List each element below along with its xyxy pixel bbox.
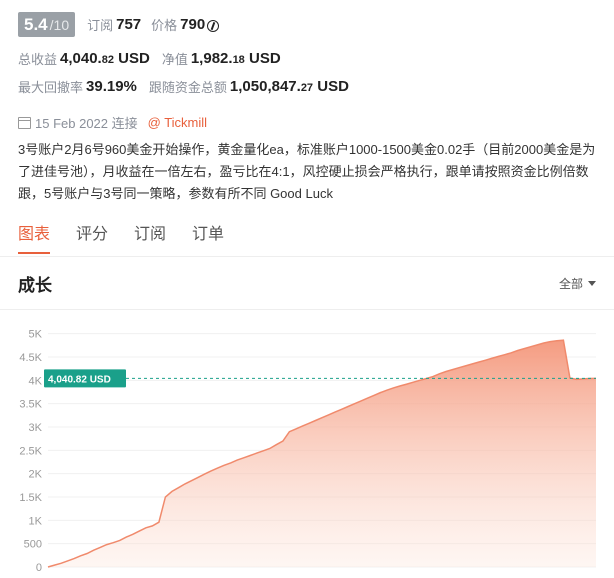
chevron-down-icon bbox=[588, 281, 596, 286]
y-tick-label: 0 bbox=[36, 562, 42, 574]
follow-value: 1,050,847.27 USD bbox=[230, 78, 349, 95]
y-tick-label: 3K bbox=[29, 422, 43, 434]
y-tick-label: 4K bbox=[29, 375, 43, 387]
growth-area bbox=[48, 340, 596, 567]
stats-row-2: 最大回撤率 39.19% 跟随资金总额 1,050,847.27 USD bbox=[18, 77, 349, 96]
total-profit-unit: USD bbox=[113, 50, 150, 67]
rating-value: 5.4 bbox=[24, 15, 48, 34]
follow-dec: 27 bbox=[300, 82, 314, 94]
y-tick-label: 1K bbox=[29, 515, 43, 527]
header-row: 5.4 /10 订阅 757 价格 790 bbox=[18, 12, 220, 37]
tab-divider bbox=[0, 256, 614, 257]
coin-icon bbox=[207, 19, 220, 32]
tab-bar: 图表 评分 订阅 订单 bbox=[18, 220, 224, 254]
section-divider bbox=[0, 309, 614, 310]
y-tick-label: 2.5K bbox=[19, 445, 42, 457]
net-label: 净值 bbox=[161, 52, 188, 67]
follow-label: 跟随资金总额 bbox=[148, 80, 227, 95]
calendar-icon bbox=[18, 116, 31, 129]
connect-date: 15 Feb 2022 连接 bbox=[35, 116, 138, 131]
tab-subscribe[interactable]: 订阅 bbox=[134, 220, 166, 254]
y-tick-label: 3.5K bbox=[19, 399, 42, 411]
total-profit-label: 总收益 bbox=[18, 52, 58, 67]
range-label: 全部 bbox=[558, 277, 583, 291]
rating-badge: 5.4 /10 bbox=[18, 12, 76, 37]
y-tick-label: 500 bbox=[24, 539, 42, 551]
tab-orders[interactable]: 订单 bbox=[192, 220, 224, 254]
y-tick-label: 2K bbox=[29, 469, 43, 481]
price-value: 790 bbox=[180, 16, 206, 33]
drawdown-label: 最大回撤率 bbox=[18, 80, 84, 95]
net-unit: USD bbox=[244, 50, 281, 67]
growth-chart: 0 500 1K 1.5K 2K 2.5K 3K 3.5K 4K 4.5K 5K 4,040.82 … bbox=[19, 329, 597, 574]
total-profit-int: 4,040. bbox=[60, 50, 102, 67]
subscribe-count: 757 bbox=[116, 16, 142, 33]
broker-link[interactable]: @ Tickmill bbox=[148, 115, 207, 130]
net-int: 1,982. bbox=[190, 50, 233, 67]
tab-rating[interactable]: 评分 bbox=[76, 220, 108, 254]
total-profit-value: 4,040.82 USD bbox=[60, 50, 150, 67]
rating-max: /10 bbox=[49, 17, 70, 33]
net-value: 1,982.18 USD bbox=[191, 50, 281, 67]
range-dropdown[interactable]: 全部 bbox=[559, 275, 596, 292]
price-label: 价格 bbox=[151, 18, 178, 33]
strategy-description: 3号账户2月6号960美金开始操作，黄金量化ea，标准账户1000-1500美金… bbox=[18, 142, 596, 201]
follow-unit: USD bbox=[313, 78, 349, 95]
y-tick-label: 5K bbox=[29, 329, 43, 341]
total-profit-dec: 82 bbox=[101, 54, 114, 66]
y-tick-label: 1.5K bbox=[19, 492, 42, 504]
net-dec: 18 bbox=[232, 54, 245, 66]
drawdown-value: 39.19% bbox=[86, 78, 137, 95]
growth-title: 成长 bbox=[18, 276, 52, 295]
subscribe-label: 订阅 bbox=[87, 18, 114, 33]
stats-row-1: 总收益 4,040.82 USD 净值 1,982.18 USD bbox=[18, 49, 281, 68]
tab-chart[interactable]: 图表 bbox=[18, 220, 51, 254]
y-tick-label: 4.5K bbox=[19, 352, 42, 364]
meta-row: 15 Feb 2022 连接 @ Tickmill bbox=[18, 113, 207, 132]
follow-int: 1,050,847. bbox=[229, 78, 301, 95]
current-value-label: 4,040.82 USD bbox=[48, 374, 111, 385]
